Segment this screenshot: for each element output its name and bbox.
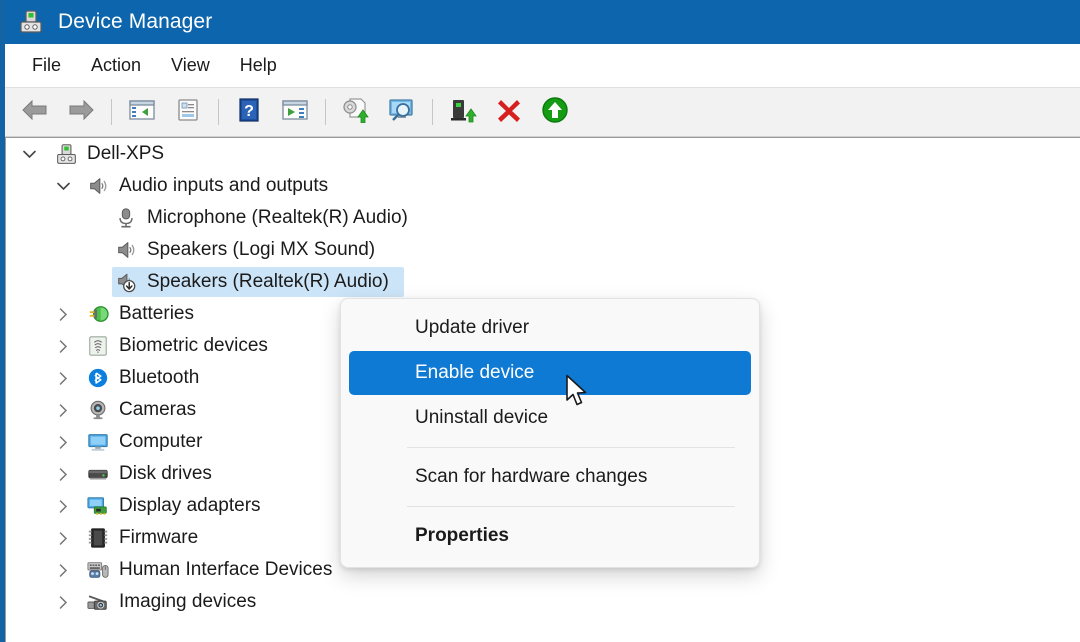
toolbar-help[interactable]: ? bbox=[229, 93, 269, 131]
monitor-icon bbox=[86, 430, 110, 454]
hid-icon bbox=[86, 558, 110, 582]
menu-file[interactable]: File bbox=[23, 51, 70, 80]
tree-item-label: Bluetooth bbox=[119, 367, 200, 388]
show-hide-console-tree-icon bbox=[128, 98, 156, 127]
chevron-right-icon[interactable] bbox=[52, 527, 74, 549]
toolbar: ? bbox=[5, 87, 1080, 137]
bluetooth-icon bbox=[86, 366, 110, 390]
toolbar-scan-hardware[interactable] bbox=[382, 93, 422, 131]
update-driver-software-icon bbox=[341, 97, 371, 128]
context-scan-hardware-changes[interactable]: Scan for hardware changes bbox=[349, 455, 751, 499]
toolbar-separator bbox=[325, 99, 326, 125]
tree-item-dell-xps[interactable]: Dell-XPS bbox=[6, 138, 1080, 170]
tree-item-label: Speakers (Logi MX Sound) bbox=[147, 239, 376, 260]
tree-item-speakers-logi-mx-sound[interactable]: Speakers (Logi MX Sound) bbox=[6, 234, 1080, 266]
device-context-menu: Update driver Enable device Uninstall de… bbox=[340, 298, 760, 568]
uninstall-device-icon bbox=[496, 97, 522, 128]
chevron-right-icon[interactable] bbox=[52, 431, 74, 453]
properties-icon bbox=[281, 98, 309, 127]
toolbar-console-tree[interactable] bbox=[122, 93, 162, 131]
chevron-right-icon[interactable] bbox=[52, 591, 74, 613]
tree-item-audio-inputs-and-outputs[interactable]: Audio inputs and outputs bbox=[6, 170, 1080, 202]
chevron-right-icon[interactable] bbox=[52, 303, 74, 325]
tree-item-imaging-devices[interactable]: Imaging devices bbox=[6, 586, 1080, 618]
tree-item-microphone-realtek-audio[interactable]: Microphone (Realtek(R) Audio) bbox=[6, 202, 1080, 234]
toolbar-uninstall-device[interactable] bbox=[489, 93, 529, 131]
context-menu-separator bbox=[407, 506, 735, 507]
context-enable-device[interactable]: Enable device bbox=[349, 351, 751, 395]
forward-arrow-icon bbox=[66, 98, 96, 127]
toolbar-back[interactable] bbox=[15, 93, 55, 131]
chevron-right-icon[interactable] bbox=[52, 463, 74, 485]
display-adapter-icon bbox=[86, 494, 110, 518]
tree-item-label: Display adapters bbox=[119, 495, 261, 516]
enable-device-icon bbox=[541, 96, 569, 129]
computer-root-icon bbox=[54, 142, 78, 166]
tree-item-label: Cameras bbox=[119, 399, 197, 420]
fingerprint-icon bbox=[86, 334, 110, 358]
context-uninstall-device[interactable]: Uninstall device bbox=[349, 396, 751, 440]
tree-item-label: Firmware bbox=[119, 527, 199, 548]
tree-item-label: Audio inputs and outputs bbox=[119, 175, 329, 196]
chevron-right-icon[interactable] bbox=[52, 399, 74, 421]
microphone-icon bbox=[114, 206, 138, 230]
toolbar-enable-device[interactable] bbox=[535, 93, 575, 131]
chevron-right-icon[interactable] bbox=[52, 335, 74, 357]
window-title: Device Manager bbox=[58, 10, 213, 33]
toolbar-separator bbox=[432, 99, 433, 125]
svg-text:?: ? bbox=[244, 103, 254, 120]
help-question-icon: ? bbox=[237, 97, 261, 128]
speaker-icon bbox=[114, 238, 138, 262]
tree-item-label: Microphone (Realtek(R) Audio) bbox=[147, 207, 408, 228]
toolbar-separator bbox=[111, 99, 112, 125]
tree-item-label: Batteries bbox=[119, 303, 194, 324]
tree-item-label: Human Interface Devices bbox=[119, 559, 333, 580]
toolbar-update-driver[interactable] bbox=[443, 93, 483, 131]
speaker-icon bbox=[86, 174, 110, 198]
chevron-down-icon[interactable] bbox=[18, 143, 40, 165]
tree-item-label: Imaging devices bbox=[119, 591, 257, 612]
window-left-border bbox=[0, 0, 5, 642]
tree-item-label: Dell-XPS bbox=[87, 143, 165, 164]
toolbar-properties-page[interactable] bbox=[168, 93, 208, 131]
tree-item-label: Computer bbox=[119, 431, 203, 452]
toolbar-separator bbox=[218, 99, 219, 125]
tree-item-label: Speakers (Realtek(R) Audio) bbox=[147, 271, 389, 292]
imaging-device-icon bbox=[86, 590, 110, 614]
tree-item-label: Disk drives bbox=[119, 463, 212, 484]
chevron-right-icon[interactable] bbox=[52, 559, 74, 581]
speaker-disabled-icon bbox=[114, 270, 138, 294]
device-manager-icon bbox=[18, 9, 44, 35]
toolbar-properties[interactable] bbox=[275, 93, 315, 131]
chevron-right-icon[interactable] bbox=[52, 495, 74, 517]
context-properties[interactable]: Properties bbox=[349, 514, 751, 558]
toolbar-forward[interactable] bbox=[61, 93, 101, 131]
back-arrow-icon bbox=[20, 98, 50, 127]
update-driver-icon bbox=[449, 97, 477, 128]
chevron-down-icon[interactable] bbox=[52, 175, 74, 197]
context-update-driver[interactable]: Update driver bbox=[349, 306, 751, 350]
camera-icon bbox=[86, 398, 110, 422]
tree-item-label: Biometric devices bbox=[119, 335, 268, 356]
menu-bar: File Action View Help bbox=[5, 44, 1080, 87]
device-manager-window: Device Manager File Action View Help ? D… bbox=[0, 0, 1080, 642]
title-bar: Device Manager bbox=[0, 0, 1080, 44]
properties-page-icon bbox=[175, 98, 201, 127]
menu-help[interactable]: Help bbox=[231, 51, 286, 80]
battery-icon bbox=[86, 302, 110, 326]
chevron-right-icon[interactable] bbox=[52, 367, 74, 389]
context-menu-separator bbox=[407, 447, 735, 448]
tree-item-speakers-realtek-audio[interactable]: Speakers (Realtek(R) Audio) bbox=[6, 266, 1080, 298]
menu-action[interactable]: Action bbox=[82, 51, 150, 80]
firmware-chip-icon bbox=[86, 526, 110, 550]
selected-row-highlight: Speakers (Realtek(R) Audio) bbox=[112, 267, 404, 297]
scan-for-hardware-changes-icon bbox=[387, 97, 417, 128]
disk-drive-icon bbox=[86, 462, 110, 486]
menu-view[interactable]: View bbox=[162, 51, 219, 80]
toolbar-update-driver-software[interactable] bbox=[336, 93, 376, 131]
